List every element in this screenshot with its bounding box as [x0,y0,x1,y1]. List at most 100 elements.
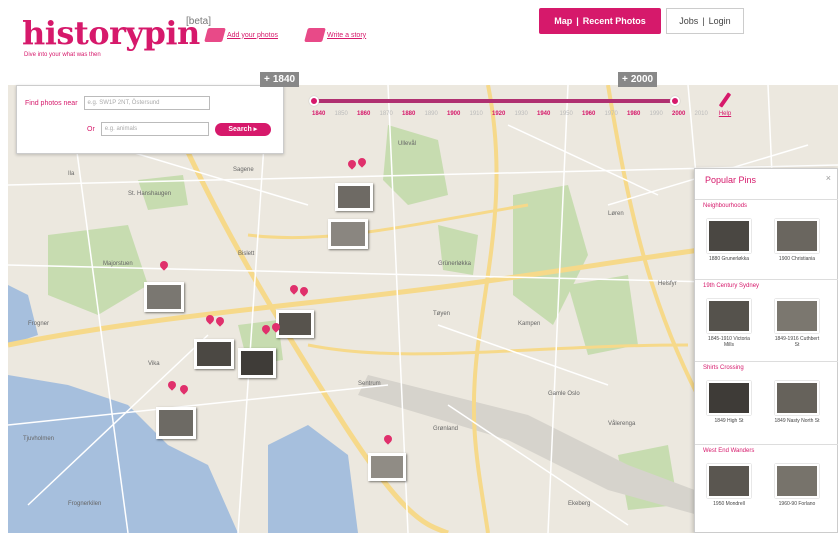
photo-marker[interactable] [156,407,196,439]
add-photos-link[interactable]: Add your photos [204,28,278,42]
map-label: Løren [608,211,624,217]
timeline-year[interactable]: 1950 [560,111,573,117]
popular-pin-caption[interactable]: 1960-90 Forlano [772,501,822,507]
popular-pin-caption[interactable]: 1900 Christiania [772,256,822,262]
photo-marker[interactable] [144,282,184,312]
map-label: Vålerenga [608,420,636,427]
write-story-label: Write a story [327,31,367,39]
nav-jobs[interactable]: Jobs [679,16,698,26]
map-label: Kampen [518,321,540,327]
popular-pin-thumbnail[interactable] [775,299,819,333]
timeline-end-flag[interactable]: + 2000 [618,72,658,87]
map-label: Frogner [28,321,49,327]
write-story-link[interactable]: Write a story [304,28,367,42]
popular-pin-thumbnail[interactable] [775,381,819,415]
timeline-year[interactable]: 1850 [335,111,348,117]
popular-pin-thumbnail[interactable] [775,219,819,253]
timeline-year[interactable]: 1980 [627,111,640,117]
timeline-year[interactable]: 1970 [605,111,618,117]
photo-marker[interactable] [276,310,314,338]
map-label: Vika [148,361,160,367]
map-label: St. Hanshaugen [128,191,171,197]
popular-section-title[interactable]: Shirts Crossing [695,361,838,371]
map-label: Grünerløkka [438,261,472,267]
timeline-year[interactable]: 1940 [537,111,550,117]
popular-pin-caption[interactable]: 1849 Nasty North St [772,418,822,424]
popular-pin-thumbnail[interactable] [775,464,819,498]
close-icon[interactable]: × [826,173,831,183]
place-search-row: Find photos near e.g. SW1P 2NT, Östersun… [25,96,210,110]
main-nav: Map | Recent Photos [539,8,661,34]
timeline-year[interactable]: 1860 [357,111,370,117]
nav-separator: | [576,16,579,26]
site-header: historypin [beta] Dive into your what wa… [0,0,838,85]
timeline-year[interactable]: 1990 [650,111,663,117]
map-label: Majorstuen [103,261,133,267]
map-label: Ila [68,171,75,177]
nav-map[interactable]: Map [554,16,572,26]
photo-marker[interactable] [335,183,373,211]
timeline-help-label: Help [718,111,732,117]
timeline-year[interactable]: 1890 [425,111,438,117]
popular-pin-thumbnail[interactable] [707,219,751,253]
map-label: Gamle Oslo [548,391,580,397]
search-button[interactable]: Search ▸ [214,122,271,136]
map-label: Sagene [233,167,254,173]
popular-pin-thumbnail[interactable] [707,299,751,333]
historypin-logo[interactable]: historypin [22,14,200,52]
popular-pins-title: Popular Pins [705,175,757,185]
timeline-year[interactable]: 1840 [312,111,325,117]
photo-marker[interactable] [194,339,234,369]
popular-pins-panel: Popular Pins × Neighbourhoods 1880 Gruner… [694,168,838,533]
place-search-input[interactable]: e.g. SW1P 2NT, Östersund [83,96,210,110]
photo-marker[interactable] [238,348,276,378]
start-year-label: 1840 [272,74,296,85]
popular-pin-caption[interactable]: 1845-1910 Victoria Mills [704,336,754,348]
timeline-year[interactable]: 2000 [672,111,685,117]
timeline-end-handle[interactable] [670,96,680,106]
nav-login[interactable]: Login [709,16,731,26]
map-label: Sentrum [358,381,381,387]
timeline-year[interactable]: 1930 [515,111,528,117]
timeline-track[interactable] [314,99,676,103]
photo-marker[interactable] [328,219,368,249]
popular-pin-caption[interactable]: 1880 Grunerløkka [704,256,754,262]
timeline-start-flag[interactable]: + 1840 [260,72,300,87]
timeline-help[interactable]: Help [712,92,738,128]
timeline-year[interactable]: 1960 [582,111,595,117]
timeline-year[interactable]: 1910 [470,111,483,117]
keyword-search-input[interactable]: e.g. animals [100,122,209,136]
add-photos-label: Add your photos [227,31,278,39]
logo-tagline: Dive into your what was then [24,52,101,58]
timeline-start-handle[interactable] [309,96,319,106]
map-label: Bislett [238,251,255,257]
map-label: Tøyen [433,311,450,317]
popular-pin-thumbnail[interactable] [707,464,751,498]
keyword-search-row: Or e.g. animals Search ▸ [87,122,271,136]
search-panel: Find photos near e.g. SW1P 2NT, Östersun… [16,85,284,154]
find-photos-label: Find photos near [25,99,78,107]
map-label: Frognerkilen [68,501,101,507]
timeline-year[interactable]: 1900 [447,111,460,117]
timeline-year[interactable]: 2010 [695,111,708,117]
account-nav: Jobs | Login [666,8,744,34]
popular-pin-caption[interactable]: 1849 High St [704,418,754,424]
popular-pin-caption[interactable]: 1849-1916 Cuthbert St [772,336,822,348]
timeline-year[interactable]: 1880 [402,111,415,117]
photo-marker[interactable] [368,453,406,481]
end-year-label: 2000 [630,74,654,85]
pencil-icon [304,28,326,42]
plus-icon: + [622,74,628,85]
popular-pin-caption[interactable]: 1950 Mondrell [704,501,754,507]
popular-section-title[interactable]: 19th Century Sydney [695,279,838,289]
map-label: Ullevål [398,140,416,147]
beta-badge: [beta] [186,16,212,27]
timeline-year[interactable]: 1870 [380,111,393,117]
popular-section-title[interactable]: West End Wanders [695,444,838,454]
timeline-year-scale: 1840 1850 1860 1870 1880 1890 1900 1910 1920 1930… [312,111,708,117]
popular-pin-thumbnail[interactable] [707,381,751,415]
timeline-year[interactable]: 1920 [492,111,505,117]
or-label: Or [87,125,95,133]
popular-section-title[interactable]: Neighbourhoods [695,199,838,209]
nav-recent-photos[interactable]: Recent Photos [583,16,646,26]
